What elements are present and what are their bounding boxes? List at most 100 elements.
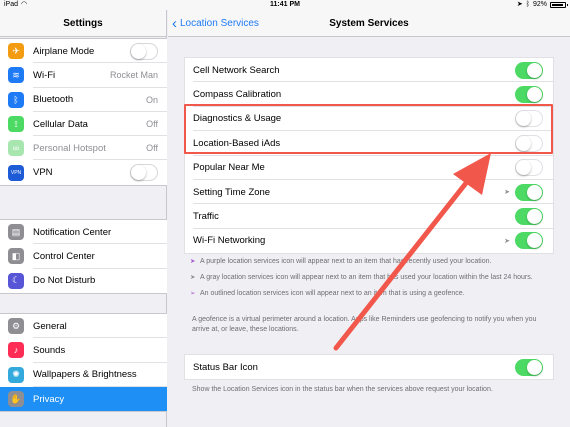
sidebar-item-label: Wi-Fi [33,69,56,81]
status-bar-note: Show the Location Services icon in the s… [192,386,493,393]
service-row: Diagnostics & Usage [185,107,553,132]
notification-center-icon: ▤ [8,224,24,241]
battery-percent: 92% [532,1,547,8]
toggle-knob [516,111,531,127]
sidebar-item-label: General [33,320,67,332]
sidebar-item-airplane-mode[interactable]: ✈ Airplane Mode [0,39,167,64]
service-row: Wi-Fi Networking ➤ [185,229,553,253]
service-label: Cell Network Search [193,64,280,76]
service-toggle[interactable] [515,208,543,226]
toggle-knob [527,184,542,200]
airplane-icon: ✈ [8,43,24,60]
service-toggle[interactable] [515,134,543,152]
sidebar-item-cellular-data[interactable]: ⟟ Cellular Data Off [0,112,167,137]
sidebar-item-sounds[interactable]: ♪ Sounds [0,338,167,363]
sidebar-item-label: Privacy [33,393,65,405]
sidebar-group: ▤ Notification Center ◧ Control Center ☾ Do N… [0,219,167,294]
sidebar-item-label: Do Not Disturb [33,275,96,287]
sidebar-item-privacy[interactable]: ✋ Privacy [0,386,167,412]
moon-icon: ☾ [8,272,24,289]
sidebar-item-wallpapers-brightness[interactable]: ✺ Wallpapers & Brightness [0,363,167,388]
toggle-knob [527,209,542,225]
sidebar-item-label: Cellular Data [33,118,88,130]
geofence-note: A geofence is a virtual perimeter around… [192,316,537,333]
sidebar-item-control-center[interactable]: ◧ Control Center [0,244,167,269]
service-row: Traffic [185,204,553,230]
sidebar-item-label: Personal Hotspot [33,142,106,154]
service-label: Compass Calibration [193,89,282,101]
status-bar-icon-row: Status Bar Icon [185,355,553,379]
location-icon-legend: ➤ A purple location services icon will ap… [190,257,550,305]
sidebar-item-notification-center[interactable]: ▤ Notification Center [0,220,167,245]
sidebar-title: Settings [0,10,166,37]
gear-icon: ⚙ [8,318,24,335]
sidebar-group: ⚙ General ♪ Sounds ✺ Wallpapers & Brightness ✋… [0,313,167,413]
sidebar-item-value: On [145,94,158,105]
status-bar-icon-group: Status Bar Icon [184,354,554,381]
sidebar-item-label: Sounds [33,344,66,356]
service-row: Cell Network Search [185,58,553,83]
service-label: Setting Time Zone [193,186,271,198]
service-row: Popular Near Me [185,156,553,181]
sidebar-toggle[interactable] [130,42,158,60]
service-row: Setting Time Zone ➤ [185,180,553,205]
sidebar-item-bluetooth[interactable]: ᛒ Bluetooth On [0,88,167,113]
toggle-knob [527,233,542,249]
service-toggle[interactable] [515,232,543,250]
service-toggle[interactable] [515,61,543,79]
toggle-knob [131,165,146,181]
control-center-icon: ◧ [8,248,24,265]
battery-icon [550,2,568,8]
settings-sidebar: Settings ✈ Airplane Mode ≋ Wi-Fi Rocket Man ᛒ… [0,10,167,427]
service-row: Location-Based iAds [185,131,553,156]
sidebar-item-personal-hotspot[interactable]: ∞ Personal Hotspot Off [0,136,167,161]
sidebar-item-label: Airplane Mode [33,45,95,57]
vpn-icon: VPN [8,164,24,181]
location-arrow-icon: ➤ [504,237,510,245]
hotspot-icon: ∞ [8,140,24,157]
toggle-knob [131,43,146,59]
sidebar-item-vpn[interactable]: VPN VPN [0,160,167,184]
purple-location-arrow-icon: ➤ [190,258,196,265]
service-toggle[interactable] [515,86,543,104]
sidebar-item-label: Notification Center [33,226,112,238]
status-bar-icon-toggle[interactable] [515,358,543,376]
toggle-knob [527,62,542,78]
legend-text: A gray location services icon will appea… [200,274,533,281]
page-title: System Services [329,18,409,29]
wifi-icon: ≋ [8,67,24,84]
location-status-icon: ➤ [516,1,523,8]
service-toggle[interactable] [515,110,543,128]
hand-icon: ✋ [8,391,24,408]
sidebar-item-value: Rocket Man [109,70,158,81]
sidebar-item-label: VPN [33,167,53,179]
sidebar-item-general[interactable]: ⚙ General [0,314,167,339]
bluetooth-icon: ᛒ [8,91,24,108]
location-arrow-icon: ➤ [504,189,510,197]
service-label: Popular Near Me [193,162,265,174]
service-toggle[interactable] [515,159,543,177]
sidebar-item-do-not-disturb[interactable]: ☾ Do Not Disturb [0,269,167,293]
legend-item: ➤ A purple location services icon will ap… [190,257,550,267]
toggle-knob [527,359,542,375]
system-services-panel: ‹ Location Services System Services Cell… [168,10,570,427]
toggle-knob [516,160,531,176]
service-toggle[interactable] [515,183,543,201]
toggle-knob [527,87,542,103]
service-label: Diagnostics & Usage [193,113,282,125]
sidebar-toggle[interactable] [130,164,158,182]
gray-location-arrow-icon: ➤ [190,274,196,281]
system-services-list: Cell Network Search Compass Calibration Di… [184,57,554,255]
sidebar-item-label: Control Center [33,250,95,262]
service-row: Compass Calibration [185,82,553,108]
sidebar-item-label: Bluetooth [33,94,74,106]
service-label: Location-Based iAds [193,137,281,149]
sidebar-item-label: Wallpapers & Brightness [33,369,137,381]
service-label: Wi-Fi Networking [193,235,266,247]
toggle-knob [516,135,531,151]
sidebar-item-value: Off [146,119,158,130]
legend-text: An outlined location services icon will … [200,290,465,297]
status-time: 11:41 PM [270,1,300,8]
sidebar-item-wi-fi[interactable]: ≋ Wi-Fi Rocket Man [0,63,167,88]
legend-text: A purple location services icon will app… [200,258,492,265]
